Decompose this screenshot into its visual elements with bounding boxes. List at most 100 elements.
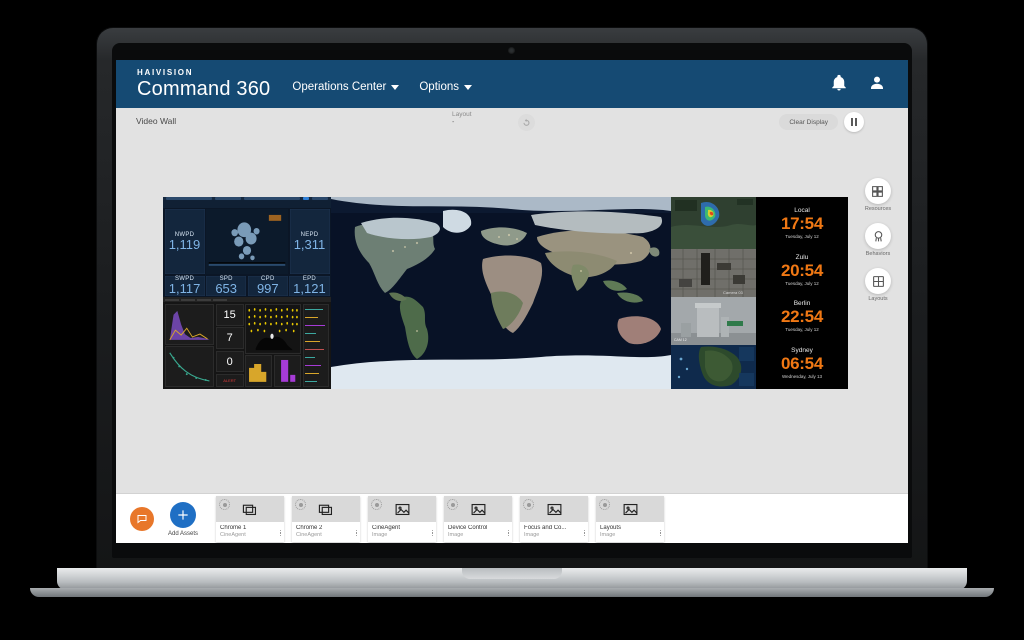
nav-options[interactable]: Options <box>419 81 472 93</box>
regional-map-feed[interactable] <box>671 345 756 389</box>
rail-item-layouts-label: Layouts <box>868 296 888 302</box>
asset-card[interactable]: Device Control Image <box>444 496 513 542</box>
analytics-number: 15 <box>223 308 236 321</box>
wall-panel-feeds[interactable]: Camera 03 CAM 12 <box>671 197 756 389</box>
rail-item-behaviors-label: Behaviors <box>865 251 891 257</box>
video-wall[interactable]: NWPD 1,119 NEPD 1,311 SWPD 1,117 SPD 653… <box>163 197 848 389</box>
wall-panel-world-map[interactable] <box>331 197 671 389</box>
metric-value: 997 <box>256 280 279 296</box>
clock-local: Local 17:54 Tuesday, July 12 <box>756 207 848 239</box>
windows-stack-icon <box>242 504 256 515</box>
nav-options-label: Options <box>419 81 459 93</box>
analytics-number: 0 <box>226 355 233 368</box>
add-assets-label: Add Assets <box>168 530 199 537</box>
brand-logo: HAIVISION Command 360 <box>137 68 271 100</box>
asset-type: Image <box>372 532 388 538</box>
metric-tile: NWPD 1,119 <box>164 209 205 275</box>
asset-name: Chrome 1 <box>220 525 247 531</box>
screenshot-stage: HAIVISION Command 360 Operations Center … <box>0 0 1024 640</box>
select-asset-checkbox[interactable] <box>447 499 459 510</box>
select-asset-checkbox[interactable] <box>371 499 383 510</box>
select-asset-checkbox[interactable] <box>295 499 307 510</box>
layouts-grid-icon <box>872 275 884 287</box>
clear-display-button[interactable]: Clear Display <box>779 114 838 130</box>
clock-date: Tuesday, July 12 <box>785 280 819 286</box>
asset-name: CineAgent <box>372 525 401 531</box>
add-assets-button[interactable]: Add Assets <box>168 501 199 537</box>
metric-grid: NWPD 1,119 NEPD 1,311 SWPD 1,117 SPD 653… <box>163 207 331 297</box>
asset-card[interactable]: Focus and Co... Image <box>520 496 589 542</box>
metric-value: 1,121 <box>293 280 326 296</box>
minimap-tile <box>206 209 288 275</box>
layout-value: - <box>452 119 455 126</box>
aerial-grayscale-feed[interactable]: Camera 03 <box>671 249 756 297</box>
building-camera-feed[interactable]: CAM 12 <box>671 297 756 345</box>
asset-card[interactable]: Chrome 2 CineAgent <box>292 496 361 542</box>
asset-menu-button[interactable] <box>507 529 510 536</box>
bell-icon[interactable] <box>830 74 848 92</box>
webcam-icon <box>508 47 515 54</box>
refresh-icon <box>523 118 530 126</box>
asset-name: Layouts <box>600 525 622 531</box>
layout-indicator: Layout - <box>452 111 472 126</box>
metrics-dashboard: NWPD 1,119 NEPD 1,311 SWPD 1,117 SPD 653… <box>163 197 331 297</box>
chat-button[interactable] <box>130 507 154 531</box>
right-rail: Resources Behaviors Layouts <box>856 178 900 302</box>
asset-menu-button[interactable] <box>583 529 586 536</box>
asset-menu-button[interactable] <box>431 529 434 536</box>
asset-card[interactable]: CineAgent Image <box>368 496 437 542</box>
brand-title: Command 360 <box>137 78 271 100</box>
metric-tile: EPD 1,121 <box>289 275 330 296</box>
asset-card[interactable]: Chrome 1 CineAgent <box>216 496 285 542</box>
pause-button[interactable] <box>844 112 864 132</box>
asset-card-list: Chrome 1 CineAgent Chrome 2 CineAgent Ci… <box>216 496 665 542</box>
metric-tile: SWPD 1,117 <box>164 275 205 296</box>
video-wall-canvas: Resources Behaviors Layouts NWPD 1,119 N… <box>116 138 908 493</box>
rail-item-resources[interactable]: Resources <box>865 178 891 212</box>
user-icon[interactable] <box>868 74 886 92</box>
asset-card[interactable]: Layouts Image <box>596 496 665 542</box>
laptop-shadow <box>70 596 954 606</box>
select-asset-checkbox[interactable] <box>523 499 535 510</box>
metric-value: 1,119 <box>168 236 201 252</box>
svg-text:Camera 03: Camera 03 <box>723 290 744 295</box>
rail-item-behaviors[interactable]: Behaviors <box>865 223 891 257</box>
select-asset-checkbox[interactable] <box>599 499 611 510</box>
image-icon <box>547 503 561 515</box>
sparkline-strip <box>163 200 331 208</box>
rail-item-resources-label: Resources <box>864 206 892 212</box>
image-icon <box>623 503 637 515</box>
rail-item-layouts[interactable]: Layouts <box>865 268 891 302</box>
asset-type: Image <box>600 532 616 538</box>
app-screen: HAIVISION Command 360 Operations Center … <box>116 60 908 543</box>
clock-city-label: Sydney <box>791 346 813 354</box>
image-icon <box>395 503 409 515</box>
nav-operations-center[interactable]: Operations Center <box>292 81 400 93</box>
clock-city-label: Berlin <box>793 300 811 308</box>
weather-radar-feed[interactable] <box>671 197 756 249</box>
metric-value: 1,311 <box>293 236 326 252</box>
asset-name: Chrome 2 <box>296 525 323 531</box>
app-header: HAIVISION Command 360 Operations Center … <box>116 60 908 108</box>
behaviors-icon <box>874 230 882 241</box>
brand-top-label: HAIVISION <box>137 68 194 77</box>
asset-type: Image <box>448 532 464 538</box>
clock-date: Tuesday, July 12 <box>785 327 819 333</box>
metric-tile: CPD 997 <box>247 275 288 296</box>
main-nav: Operations Center Options <box>292 81 492 93</box>
wall-panel-clocks[interactable]: Local 17:54 Tuesday, July 12 Zulu 20:54 … <box>756 197 848 389</box>
select-asset-checkbox[interactable] <box>219 499 231 510</box>
analytics-dashboard: 15 7 0 ALERT <box>163 297 331 389</box>
wall-panel-dashboard[interactable]: NWPD 1,119 NEPD 1,311 SWPD 1,117 SPD 653… <box>163 197 331 389</box>
asset-menu-button[interactable] <box>355 529 358 536</box>
layout-label: Layout <box>452 111 472 118</box>
windows-stack-icon <box>318 504 332 515</box>
clock-berlin: Berlin 22:54 Tuesday, July 12 <box>756 300 848 332</box>
asset-type: Image <box>524 532 540 538</box>
asset-name: Focus and Co... <box>524 525 567 531</box>
clock-date: Tuesday, July 12 <box>785 234 819 240</box>
asset-menu-button[interactable] <box>279 529 282 536</box>
refresh-button[interactable] <box>518 114 535 131</box>
metric-tile: NEPD 1,311 <box>289 209 330 275</box>
asset-menu-button[interactable] <box>659 529 662 536</box>
